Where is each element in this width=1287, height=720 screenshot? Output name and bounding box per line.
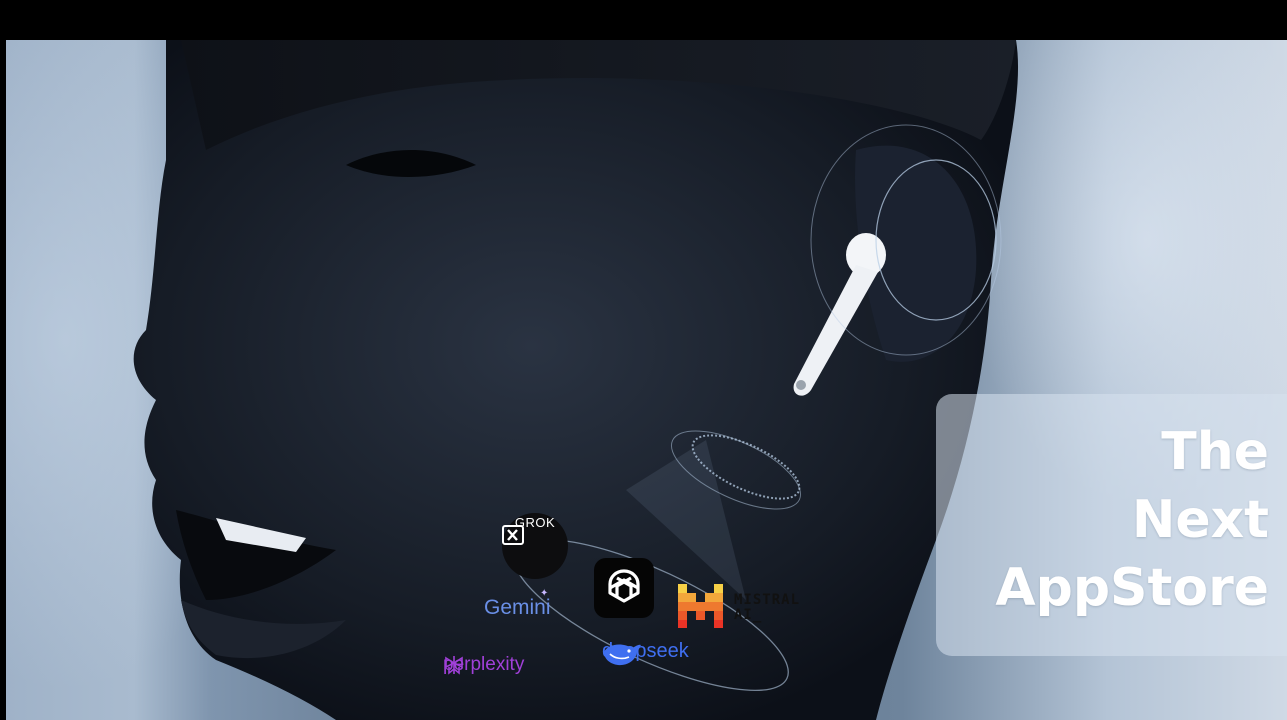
mistral-logo: MISTRAL AI_ <box>678 584 818 630</box>
deepseek-whale-icon <box>604 644 641 666</box>
xai-grok-icon <box>502 525 524 545</box>
mistral-m-icon <box>678 584 723 628</box>
sparkle-icon: ✦ <box>540 588 549 599</box>
mistral-label-line2: AI_ <box>734 607 763 623</box>
screen-frame: GROK ✦ Gemini MISTRAL AI_ perplexity dee… <box>0 0 1287 720</box>
headline: The Next AppStore <box>949 418 1269 622</box>
mistral-label-line1: MISTRAL <box>734 592 801 608</box>
hero-photo: GROK ✦ Gemini MISTRAL AI_ perplexity dee… <box>6 40 1287 720</box>
openai-knot-icon <box>608 569 640 603</box>
gemini-label: Gemini <box>484 596 551 619</box>
openai-logo <box>594 558 654 618</box>
headline-line-2: Next <box>1131 490 1269 550</box>
perplexity-logo: perplexity <box>443 654 524 676</box>
headline-line-1: The <box>1161 422 1269 482</box>
gemini-logo: ✦ Gemini <box>484 588 551 620</box>
deepseek-logo: deepseek <box>602 640 689 666</box>
headline-line-3: AppStore <box>995 558 1269 618</box>
perplexity-icon <box>445 656 463 675</box>
grok-logo: GROK <box>502 513 568 579</box>
